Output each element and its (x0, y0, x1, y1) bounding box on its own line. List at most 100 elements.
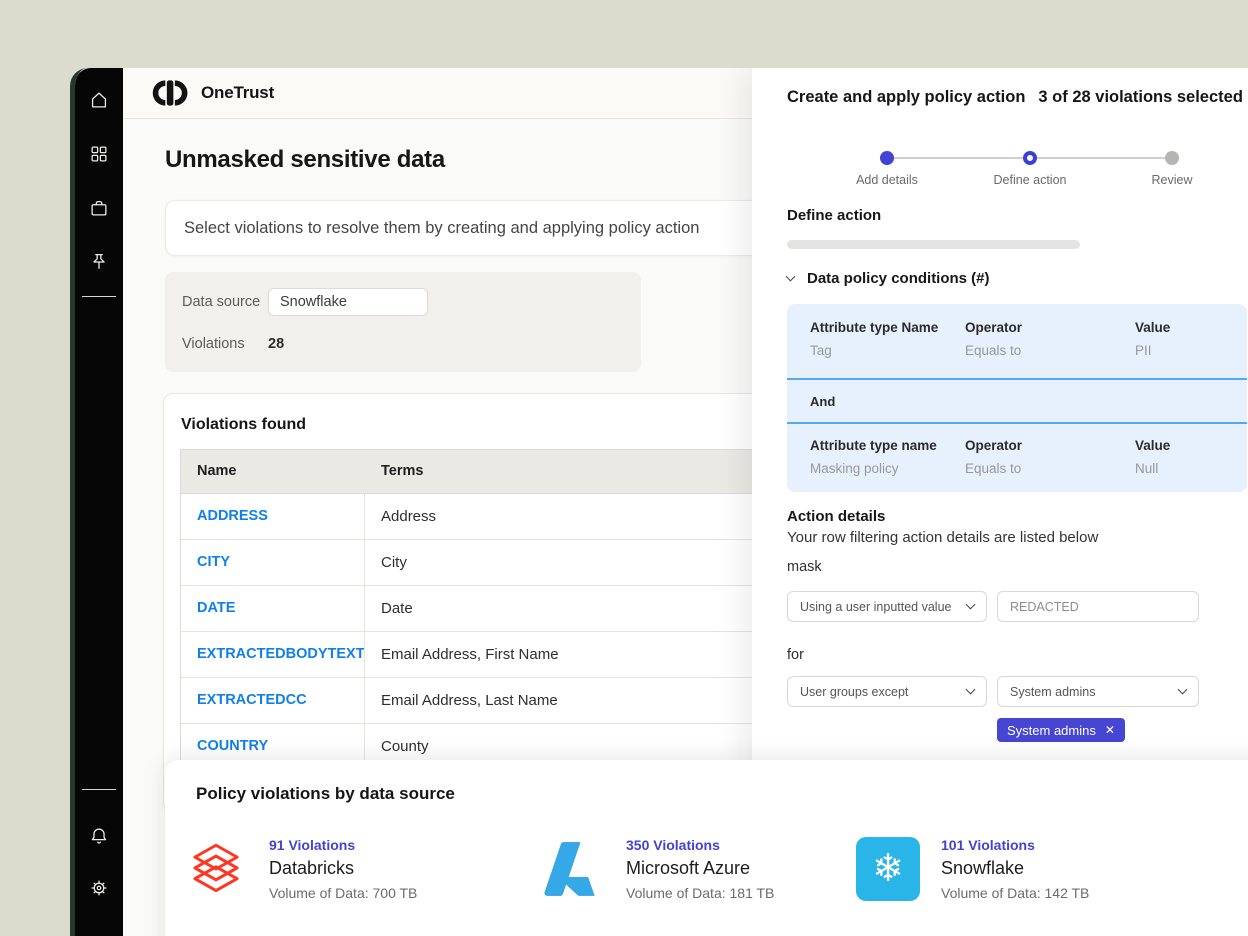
cond-attr-value: Tag (810, 343, 965, 358)
table-row: EXTRACTEDCC Email Address, Last Name (181, 678, 825, 724)
action-details-heading: Action details (787, 508, 885, 525)
violations-link[interactable]: 91 Violations (269, 837, 417, 853)
step-label: Define action (970, 173, 1090, 187)
violation-name-link[interactable]: DATE (181, 586, 365, 631)
group-value-dropdown[interactable]: System admins (997, 676, 1199, 707)
mask-method-dropdown[interactable]: Using a user inputted value (787, 591, 987, 622)
policy-violations-panel: Policy violations by data source 91 Viol… (165, 760, 1248, 936)
source-volume: Volume of Data: 181 TB (626, 885, 774, 901)
violations-heading: Violations found (181, 416, 306, 434)
col-header-name: Name (181, 450, 365, 493)
source-volume: Volume of Data: 142 TB (941, 885, 1089, 901)
brand-name: OneTrust (201, 83, 274, 103)
violation-name-link[interactable]: EXTRACTEDBODYTEXT (181, 632, 365, 677)
conditions-toggle[interactable]: Data policy conditions (#) (787, 270, 990, 287)
mask-label: mask (787, 559, 822, 575)
app-window: OneTrust Unmasked sensitive data Select … (70, 68, 1248, 936)
chevron-down-icon (786, 272, 796, 282)
table-row: DATE Date (181, 586, 825, 632)
table-header-row: Name Terms (181, 450, 825, 494)
condition-divider (787, 422, 1247, 424)
step-label: Review (1112, 173, 1232, 187)
mask-method-value: Using a user inputted value (800, 600, 951, 614)
databricks-logo (183, 836, 249, 902)
violations-link[interactable]: 350 Violations (626, 837, 774, 853)
conditions-box: Attribute type Name Tag Operator Equals … (787, 304, 1247, 492)
cond-op-header: Operator (965, 438, 1135, 453)
violation-name-link[interactable]: CITY (181, 540, 365, 585)
sidebar-divider-top (82, 296, 116, 297)
progress-bar (787, 240, 1080, 249)
drawer-title-row: Create and apply policy action 3 of 28 v… (787, 88, 1243, 107)
chevron-down-icon (966, 685, 976, 695)
sidebar-divider-bottom (82, 789, 116, 790)
source-name: Snowflake (941, 858, 1089, 879)
selected-group-chip: System admins ✕ (997, 718, 1125, 742)
conditions-toggle-label: Data policy conditions (#) (807, 270, 990, 287)
mask-value-text: REDACTED (1010, 600, 1079, 614)
chip-label: System admins (1007, 723, 1096, 738)
source-volume: Volume of Data: 700 TB (269, 885, 417, 901)
selection-count: 3 of 28 violations selected (1038, 88, 1243, 107)
pushpin-icon[interactable] (75, 251, 123, 273)
violations-label: Violations (182, 336, 245, 352)
table-row: CITY City (181, 540, 825, 586)
define-action-heading: Define action (787, 207, 881, 224)
step-dot-add-details[interactable] (880, 151, 894, 165)
cond-op-value: Equals to (965, 343, 1135, 358)
violations-card: Violations found Name Terms ADDRESS Addr… (163, 393, 827, 813)
briefcase-icon[interactable] (75, 197, 123, 219)
close-icon[interactable]: ✕ (1105, 724, 1115, 736)
condition-connector: And (810, 394, 835, 409)
violation-name-link[interactable]: EXTRACTEDCC (181, 678, 365, 723)
gear-icon[interactable] (75, 877, 123, 899)
panel-heading: Policy violations by data source (196, 784, 455, 804)
action-details-subtitle: Your row filtering action details are li… (787, 529, 1098, 546)
home-icon[interactable] (75, 89, 123, 111)
page-title: Unmasked sensitive data (165, 146, 445, 174)
data-source-card-snowflake: ❄ 101 Violations Snowflake Volume of Dat… (855, 836, 1089, 902)
for-label: for (787, 647, 804, 663)
snowflake-logo: ❄ (855, 836, 921, 902)
cond-attr-value: Masking policy (810, 461, 965, 476)
onetrust-logo (149, 79, 191, 107)
group-value-text: System admins (1010, 685, 1095, 699)
card-text: 91 Violations Databricks Volume of Data:… (269, 837, 417, 901)
cond-attr-header: Attribute type Name (810, 320, 965, 335)
chevron-down-icon (966, 600, 976, 610)
cond-op-header: Operator (965, 320, 1135, 335)
violations-table: Name Terms ADDRESS Address CITY City DAT… (180, 449, 826, 770)
azure-logo (540, 836, 606, 902)
bell-icon[interactable] (75, 825, 123, 847)
violation-name-link[interactable]: ADDRESS (181, 494, 365, 539)
violations-link[interactable]: 101 Violations (941, 837, 1089, 853)
brand: OneTrust (149, 79, 274, 107)
card-text: 350 Violations Microsoft Azure Volume of… (626, 837, 774, 901)
source-name: Microsoft Azure (626, 858, 774, 879)
cond-attr-header: Attribute type name (810, 438, 965, 453)
cond-val-header: Value (1135, 320, 1247, 335)
step-dot-review[interactable] (1165, 151, 1179, 165)
group-method-dropdown[interactable]: User groups except (787, 676, 987, 707)
data-source-card-databricks: 91 Violations Databricks Volume of Data:… (183, 836, 417, 902)
mask-value-input[interactable]: REDACTED (997, 591, 1199, 622)
cond-val-value: Null (1135, 461, 1247, 476)
cond-val-header: Value (1135, 438, 1247, 453)
sidebar (75, 68, 123, 936)
cond-op-value: Equals to (965, 461, 1135, 476)
condition-divider (787, 378, 1247, 380)
condition-row: Attribute type name Masking policy Opera… (787, 438, 1247, 476)
filter-summary: Data source Snowflake Violations 28 (165, 272, 641, 372)
step-label: Add details (827, 173, 947, 187)
cond-val-value: PII (1135, 343, 1247, 358)
step-dot-define-action[interactable] (1023, 151, 1037, 165)
data-source-label: Data source (182, 294, 260, 310)
apps-grid-icon[interactable] (75, 143, 123, 165)
source-name: Databricks (269, 858, 417, 879)
chevron-down-icon (1178, 685, 1188, 695)
card-text: 101 Violations Snowflake Volume of Data:… (941, 837, 1089, 901)
instruction-banner: Select violations to resolve them by cre… (165, 200, 815, 256)
condition-row: Attribute type Name Tag Operator Equals … (787, 320, 1247, 358)
violations-count: 28 (268, 336, 284, 352)
data-source-input[interactable]: Snowflake (268, 288, 428, 316)
